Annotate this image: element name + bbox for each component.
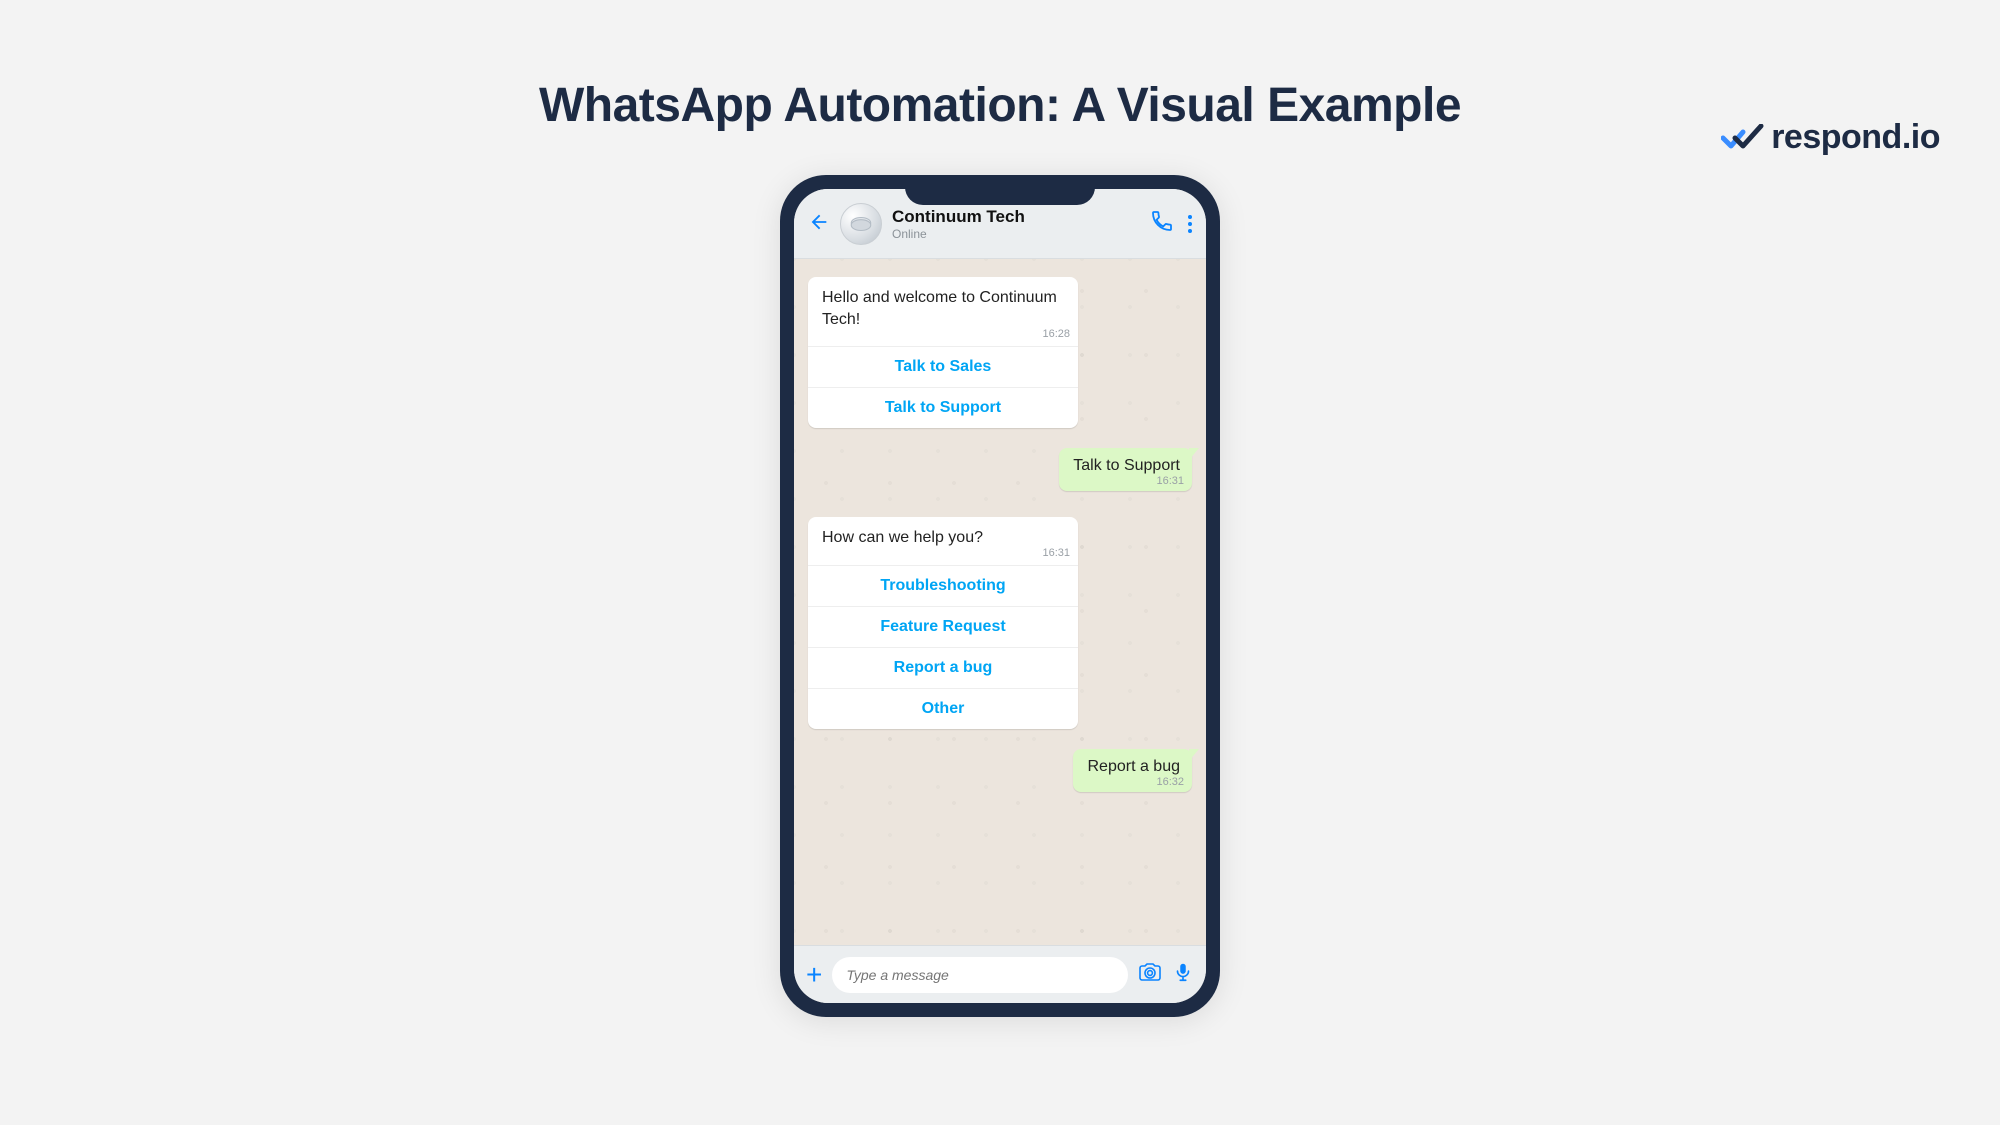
camera-icon[interactable] (1138, 960, 1162, 989)
brand-logo: respond.io (1721, 118, 1940, 157)
contact-meta[interactable]: Continuum Tech Online (892, 207, 1140, 241)
phone-notch (905, 175, 1095, 205)
message-input[interactable] (832, 957, 1128, 993)
message-content: How can we help you? (822, 529, 983, 546)
quick-reply-button[interactable]: Feature Request (808, 606, 1078, 647)
contact-name: Continuum Tech (892, 207, 1140, 227)
message-text: How can we help you? 16:31 (808, 517, 1078, 565)
message-content: Hello and welcome to Continuum Tech! (822, 289, 1057, 328)
message-time: 16:31 (1042, 546, 1070, 561)
quick-reply-button[interactable]: Other (808, 688, 1078, 729)
message-content: Report a bug (1087, 758, 1180, 775)
message-content: Talk to Support (1073, 457, 1180, 474)
brand-name: respond.io (1771, 118, 1940, 157)
outgoing-message: Talk to Support 16:31 (808, 448, 1192, 491)
chat-body[interactable]: Hello and welcome to Continuum Tech! 16:… (794, 259, 1206, 945)
message-time: 16:31 (1156, 475, 1184, 487)
menu-dots-icon[interactable] (1188, 215, 1192, 233)
quick-reply-button[interactable]: Troubleshooting (808, 565, 1078, 606)
quick-reply-button[interactable]: Report a bug (808, 647, 1078, 688)
page-title: WhatsApp Automation: A Visual Example (0, 78, 2000, 133)
incoming-message: Hello and welcome to Continuum Tech! 16:… (808, 277, 1192, 428)
quick-reply-button[interactable]: Talk to Support (808, 387, 1078, 428)
call-icon[interactable] (1150, 209, 1174, 238)
back-arrow-icon[interactable] (808, 211, 830, 237)
message-composer: + (794, 945, 1206, 1003)
incoming-message: How can we help you? 16:31 Troubleshooti… (808, 517, 1192, 729)
message-time: 16:28 (1042, 327, 1070, 342)
quick-reply-button[interactable]: Talk to Sales (808, 346, 1078, 387)
microphone-icon[interactable] (1172, 961, 1194, 988)
phone-frame: Continuum Tech Online Hello and welcome … (780, 175, 1220, 1017)
header-actions (1150, 209, 1192, 238)
respond-logo-icon (1721, 124, 1765, 152)
attach-plus-icon[interactable]: + (806, 959, 822, 991)
message-text: Hello and welcome to Continuum Tech! 16:… (808, 277, 1078, 346)
contact-status: Online (892, 227, 1140, 241)
outgoing-message: Report a bug 16:32 (808, 749, 1192, 792)
message-time: 16:32 (1156, 776, 1184, 788)
phone-screen: Continuum Tech Online Hello and welcome … (794, 189, 1206, 1003)
contact-avatar[interactable] (840, 203, 882, 245)
